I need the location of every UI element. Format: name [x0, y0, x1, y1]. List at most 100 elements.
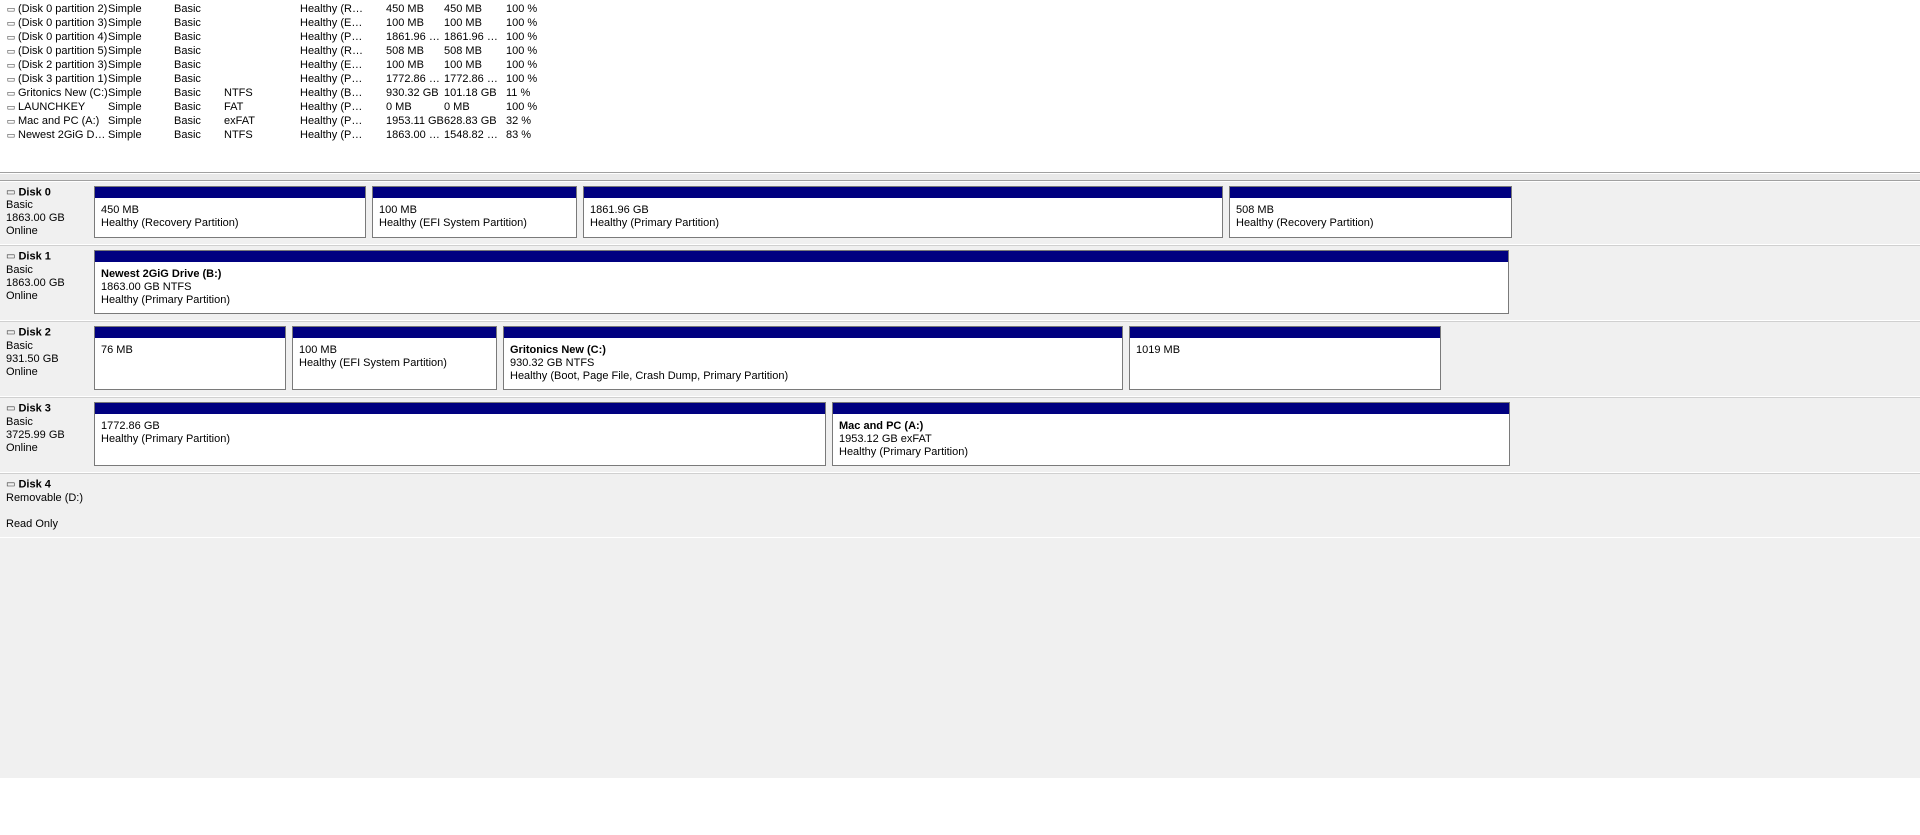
partition-body: Gritonics New (C:)930.32 GB NTFSHealthy …	[504, 338, 1122, 389]
disk-status: Online	[6, 290, 88, 303]
disk-icon: ▭	[6, 186, 15, 199]
partition-box[interactable]: Mac and PC (A:)1953.12 GB exFATHealthy (…	[832, 402, 1510, 466]
volume-name: Newest 2GiG Drive…	[18, 128, 108, 142]
disk-header[interactable]: ▭Disk 4Removable (D:)Read Only	[0, 474, 94, 536]
volume-type: Basic	[174, 128, 224, 142]
volume-row[interactable]: ▭Newest 2GiG Drive…SimpleBasicNTFSHealth…	[4, 128, 1920, 142]
disk-type: Basic	[6, 199, 88, 212]
volume-layout: Simple	[108, 100, 174, 114]
volume-icon: ▭	[4, 86, 18, 100]
disk-status: Read Only	[6, 518, 88, 531]
disk-block: ▭Disk 2Basic931.50 GBOnline 76 MB 100 MBHe…	[0, 321, 1920, 397]
volume-row[interactable]: ▭(Disk 2 partition 3)SimpleBasicHealthy …	[4, 58, 1920, 72]
volume-free: 1772.86 …	[444, 72, 506, 86]
disk-header[interactable]: ▭Disk 3Basic3725.99 GBOnline	[0, 398, 94, 472]
volume-name: (Disk 0 partition 2)	[18, 2, 108, 16]
partition-box[interactable]: 508 MBHealthy (Recovery Partition)	[1229, 186, 1512, 238]
partition-box[interactable]: 1861.96 GBHealthy (Primary Partition)	[583, 186, 1223, 238]
disk-header[interactable]: ▭Disk 2Basic931.50 GBOnline	[0, 322, 94, 396]
volume-row[interactable]: ▭(Disk 0 partition 5)SimpleBasicHealthy …	[4, 44, 1920, 58]
volume-free: 628.83 GB	[444, 114, 506, 128]
disk-block: ▭Disk 0Basic1863.00 GBOnline450 MBHealth…	[0, 182, 1920, 245]
volume-layout: Simple	[108, 128, 174, 142]
volume-icon: ▭	[4, 100, 18, 114]
disk-graph-pane: ▭Disk 0Basic1863.00 GBOnline450 MBHealth…	[0, 181, 1920, 538]
volume-free: 100 MB	[444, 58, 506, 72]
volume-row[interactable]: ▭(Disk 0 partition 2)SimpleBasicHealthy …	[4, 2, 1920, 16]
disk-header[interactable]: ▭Disk 1Basic1863.00 GBOnline	[0, 246, 94, 320]
partition-status: Healthy (Primary Partition)	[590, 217, 1216, 230]
partition-box[interactable]: 100 MBHealthy (EFI System Partition)	[372, 186, 577, 238]
partition-header-bar	[833, 403, 1509, 414]
partition-size: 1019 MB	[1136, 344, 1434, 357]
partition-title: Mac and PC (A:)	[839, 420, 1503, 433]
volume-row[interactable]: ▭LAUNCHKEYSimpleBasicFATHealthy (P…0 MB0…	[4, 100, 1920, 114]
partition-box[interactable]: 1019 MB	[1129, 326, 1441, 390]
volume-type: Basic	[174, 100, 224, 114]
volume-status: Healthy (R…	[300, 2, 386, 16]
disk-header[interactable]: ▭Disk 0Basic1863.00 GBOnline	[0, 182, 94, 244]
partition-header-bar	[95, 403, 825, 414]
partition-box[interactable]: Newest 2GiG Drive (B:)1863.00 GB NTFSHea…	[94, 250, 1509, 314]
volume-filesystem: FAT	[224, 100, 300, 114]
partition-body: 76 MB	[95, 338, 285, 389]
disk-name: Disk 0	[18, 186, 50, 198]
volume-capacity: 1953.11 GB	[386, 114, 444, 128]
disk-size: 931.50 GB	[6, 353, 88, 366]
volume-name: (Disk 0 partition 4)	[18, 30, 108, 44]
volume-layout: Simple	[108, 16, 174, 30]
volume-filesystem	[224, 16, 300, 30]
volume-filesystem: NTFS	[224, 128, 300, 142]
volume-type: Basic	[174, 58, 224, 72]
volume-percent: 100 %	[506, 16, 546, 30]
volume-name: (Disk 0 partition 3)	[18, 16, 108, 30]
partition-body: 100 MBHealthy (EFI System Partition)	[373, 198, 576, 237]
volume-type: Basic	[174, 2, 224, 16]
volume-percent: 100 %	[506, 100, 546, 114]
partition-size: 100 MB	[379, 204, 570, 217]
partition-box[interactable]: Gritonics New (C:)930.32 GB NTFSHealthy …	[503, 326, 1123, 390]
disk-partitions: Newest 2GiG Drive (B:)1863.00 GB NTFSHea…	[94, 246, 1920, 320]
pane-splitter[interactable]	[0, 173, 1920, 181]
volume-capacity: 508 MB	[386, 44, 444, 58]
partition-box[interactable]: 76 MB	[94, 326, 286, 390]
volume-row[interactable]: ▭Mac and PC (A:)SimpleBasicexFATHealthy …	[4, 114, 1920, 128]
partition-header-bar	[95, 327, 285, 338]
volume-icon: ▭	[4, 58, 18, 72]
partition-size: 76 MB	[101, 344, 279, 357]
partition-box[interactable]: 100 MBHealthy (EFI System Partition)	[292, 326, 497, 390]
partition-box[interactable]: 450 MBHealthy (Recovery Partition)	[94, 186, 366, 238]
volume-layout: Simple	[108, 44, 174, 58]
volume-row[interactable]: ▭(Disk 0 partition 4)SimpleBasicHealthy …	[4, 30, 1920, 44]
partition-status: Healthy (Recovery Partition)	[1236, 217, 1505, 230]
volume-free: 450 MB	[444, 2, 506, 16]
volume-percent: 32 %	[506, 114, 546, 128]
volume-capacity: 450 MB	[386, 2, 444, 16]
disk-partitions: 76 MB 100 MBHealthy (EFI System Partition…	[94, 322, 1920, 396]
volume-type: Basic	[174, 72, 224, 86]
disk-icon: ▭	[6, 250, 15, 263]
partition-box[interactable]: 1772.86 GBHealthy (Primary Partition)	[94, 402, 826, 466]
volume-name: (Disk 3 partition 1)	[18, 72, 108, 86]
volume-free: 1861.96 …	[444, 30, 506, 44]
volume-capacity: 100 MB	[386, 58, 444, 72]
volume-icon: ▭	[4, 72, 18, 86]
partition-body: Newest 2GiG Drive (B:)1863.00 GB NTFSHea…	[95, 262, 1508, 313]
volume-name: (Disk 2 partition 3)	[18, 58, 108, 72]
volume-row[interactable]: ▭(Disk 0 partition 3)SimpleBasicHealthy …	[4, 16, 1920, 30]
partition-size: 100 MB	[299, 344, 490, 357]
volume-icon: ▭	[4, 114, 18, 128]
disk-size: 1863.00 GB	[6, 277, 88, 290]
disk-name: Disk 4	[18, 479, 50, 491]
partition-body: 1861.96 GBHealthy (Primary Partition)	[584, 198, 1222, 237]
partition-header-bar	[504, 327, 1122, 338]
volume-layout: Simple	[108, 86, 174, 100]
volume-name: (Disk 0 partition 5)	[18, 44, 108, 58]
volume-row[interactable]: ▭(Disk 3 partition 1)SimpleBasicHealthy …	[4, 72, 1920, 86]
partition-status: Healthy (Primary Partition)	[101, 294, 1502, 307]
volume-row[interactable]: ▭Gritonics New (C:)SimpleBasicNTFSHealth…	[4, 86, 1920, 100]
partition-body: 1772.86 GBHealthy (Primary Partition)	[95, 414, 825, 465]
disk-type: Basic	[6, 340, 88, 353]
disk-size: 3725.99 GB	[6, 429, 88, 442]
partition-status: Healthy (EFI System Partition)	[379, 217, 570, 230]
